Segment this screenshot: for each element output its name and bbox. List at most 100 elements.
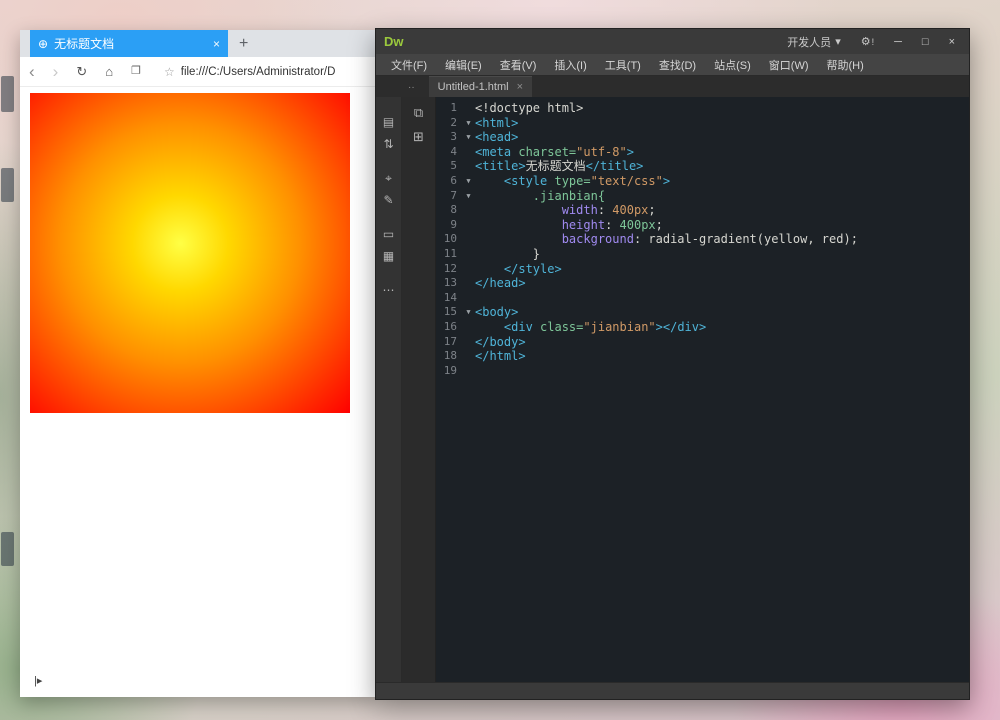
code-editor[interactable]: 1<!doctype html>2▼<html>3▼<head>4<meta c… bbox=[436, 97, 969, 682]
home-icon[interactable]: ⌂ bbox=[96, 65, 122, 78]
fold-arrow-icon[interactable]: ▼ bbox=[462, 130, 475, 145]
code-text: <body> bbox=[475, 305, 518, 320]
comment-icon[interactable]: ▭ bbox=[383, 223, 394, 245]
code-line[interactable]: 12 </style> bbox=[436, 262, 969, 277]
code-line[interactable]: 6▼ <style type="text/css"> bbox=[436, 174, 969, 189]
fold-arrow-icon[interactable]: ▼ bbox=[462, 305, 475, 320]
line-number: 7 bbox=[436, 189, 462, 204]
dw-logo: Dw bbox=[384, 34, 404, 49]
forward-icon[interactable]: › bbox=[44, 63, 68, 80]
code-line[interactable]: 15▼<body> bbox=[436, 305, 969, 320]
fold-arrow-icon[interactable]: ▼ bbox=[462, 116, 475, 131]
code-text: <title>无标题文档</title> bbox=[475, 159, 643, 174]
more-icon[interactable]: ⋯ bbox=[383, 279, 395, 301]
document-tab[interactable]: Untitled-1.html × bbox=[429, 76, 532, 97]
line-number: 15 bbox=[436, 305, 462, 320]
sidebar-toggle-icon[interactable]: |▸ bbox=[34, 674, 42, 687]
line-number: 1 bbox=[436, 101, 462, 116]
site-tree-icon[interactable]: ⧉ bbox=[414, 105, 423, 121]
code-text: } bbox=[475, 247, 540, 262]
menu-item[interactable]: 查找(D) bbox=[650, 57, 705, 73]
fold-gutter bbox=[462, 203, 475, 218]
code-line[interactable]: 19 bbox=[436, 364, 969, 379]
code-text: </head> bbox=[475, 276, 526, 291]
tab-overflow-icon[interactable]: ·· bbox=[408, 82, 415, 93]
dw-titlebar-right: 开发人员 ▾ ⚙ ! ─ □ × bbox=[781, 34, 961, 50]
grid-icon[interactable]: ▦ bbox=[383, 245, 394, 267]
new-tab-button[interactable]: + bbox=[228, 30, 259, 57]
desktop-icon[interactable] bbox=[1, 76, 14, 112]
gear-icon: ⚙ bbox=[861, 35, 871, 48]
menu-item[interactable]: 编辑(E) bbox=[436, 57, 491, 73]
code-text: .jianbian{ bbox=[475, 189, 605, 204]
fold-gutter bbox=[462, 218, 475, 233]
close-button[interactable]: × bbox=[943, 36, 961, 48]
menu-item[interactable]: 帮助(H) bbox=[818, 57, 873, 73]
workspace-switcher[interactable]: 开发人员 ▾ bbox=[781, 34, 847, 50]
line-number: 3 bbox=[436, 130, 462, 145]
document-tab-close-icon[interactable]: × bbox=[517, 81, 523, 93]
back-icon[interactable]: ‹ bbox=[20, 63, 44, 80]
reading-mode-icon[interactable]: ❐ bbox=[122, 66, 150, 77]
brush-icon[interactable]: ✎ bbox=[383, 189, 393, 211]
code-line[interactable]: 2▼<html> bbox=[436, 116, 969, 131]
fold-gutter bbox=[462, 335, 475, 350]
line-number: 12 bbox=[436, 262, 462, 277]
bookmark-star-icon[interactable]: ☆ bbox=[150, 65, 181, 79]
code-line[interactable]: 11 } bbox=[436, 247, 969, 262]
menu-item[interactable]: 插入(I) bbox=[545, 57, 595, 73]
sort-icon[interactable]: ⇅ bbox=[383, 133, 393, 155]
globe-icon: ⊕ bbox=[38, 38, 48, 50]
code-line[interactable]: 8 width: 400px; bbox=[436, 203, 969, 218]
menu-item[interactable]: 工具(T) bbox=[596, 57, 650, 73]
refresh-icon[interactable]: ↻ bbox=[67, 65, 96, 78]
menu-item[interactable]: 文件(F) bbox=[382, 57, 436, 73]
browser-window: ⊕ 无标题文档 × + ‹ › ↻ ⌂ ❐ ☆ file:///C:/Users… bbox=[20, 30, 376, 697]
address-bar[interactable]: file:///C:/Users/Administrator/D bbox=[181, 66, 376, 78]
code-line[interactable]: 16 <div class="jianbian"></div> bbox=[436, 320, 969, 335]
code-line[interactable]: 5<title>无标题文档</title> bbox=[436, 159, 969, 174]
fold-gutter bbox=[462, 262, 475, 277]
code-line[interactable]: 17</body> bbox=[436, 335, 969, 350]
code-text: </html> bbox=[475, 349, 526, 364]
line-number: 14 bbox=[436, 291, 462, 306]
code-line[interactable]: 3▼<head> bbox=[436, 130, 969, 145]
alert-badge: ! bbox=[872, 37, 875, 47]
code-text: <head> bbox=[475, 130, 518, 145]
fold-arrow-icon[interactable]: ▼ bbox=[462, 189, 475, 204]
dw-titlebar: Dw 开发人员 ▾ ⚙ ! ─ □ × bbox=[376, 29, 969, 54]
line-number: 13 bbox=[436, 276, 462, 291]
fold-gutter bbox=[462, 101, 475, 116]
maximize-button[interactable]: □ bbox=[916, 36, 935, 48]
dw-document-tabbar: ·· Untitled-1.html × bbox=[376, 76, 969, 97]
document-tab-title: Untitled-1.html bbox=[438, 81, 509, 93]
code-line[interactable]: 10 background: radial-gradient(yellow, r… bbox=[436, 232, 969, 247]
line-number: 16 bbox=[436, 320, 462, 335]
code-text: width: 400px; bbox=[475, 203, 656, 218]
browser-tab-strip: ⊕ 无标题文档 × + bbox=[20, 30, 376, 57]
code-line[interactable]: 13 </head> bbox=[436, 276, 969, 291]
code-line[interactable]: 18</html> bbox=[436, 349, 969, 364]
code-line[interactable]: 7▼ .jianbian{ bbox=[436, 189, 969, 204]
browser-tab[interactable]: ⊕ 无标题文档 × bbox=[30, 30, 228, 57]
code-line[interactable]: 9 height: 400px; bbox=[436, 218, 969, 233]
fold-gutter bbox=[462, 291, 475, 306]
code-line[interactable]: 14 bbox=[436, 291, 969, 306]
file-icon[interactable]: ▤ bbox=[383, 111, 394, 133]
code-line[interactable]: 4<meta charset="utf-8"> bbox=[436, 145, 969, 160]
code-line[interactable]: 1<!doctype html> bbox=[436, 101, 969, 116]
menu-item[interactable]: 窗口(W) bbox=[760, 57, 818, 73]
tab-close-icon[interactable]: × bbox=[213, 37, 220, 51]
code-text: </style> bbox=[475, 262, 562, 277]
fold-arrow-icon[interactable]: ▼ bbox=[462, 174, 475, 189]
minimize-button[interactable]: ─ bbox=[888, 36, 908, 48]
menu-item[interactable]: 查看(V) bbox=[491, 57, 546, 73]
sync-settings-button[interactable]: ⚙ ! bbox=[855, 35, 880, 48]
move-icon[interactable]: ⌖ bbox=[385, 167, 392, 189]
files-panel-icon[interactable]: ⊞ bbox=[413, 129, 424, 145]
desktop-icon[interactable] bbox=[1, 168, 14, 202]
menu-item[interactable]: 站点(S) bbox=[705, 57, 760, 73]
desktop-icon[interactable] bbox=[1, 532, 14, 566]
fold-gutter bbox=[462, 232, 475, 247]
code-text: </body> bbox=[475, 335, 526, 350]
